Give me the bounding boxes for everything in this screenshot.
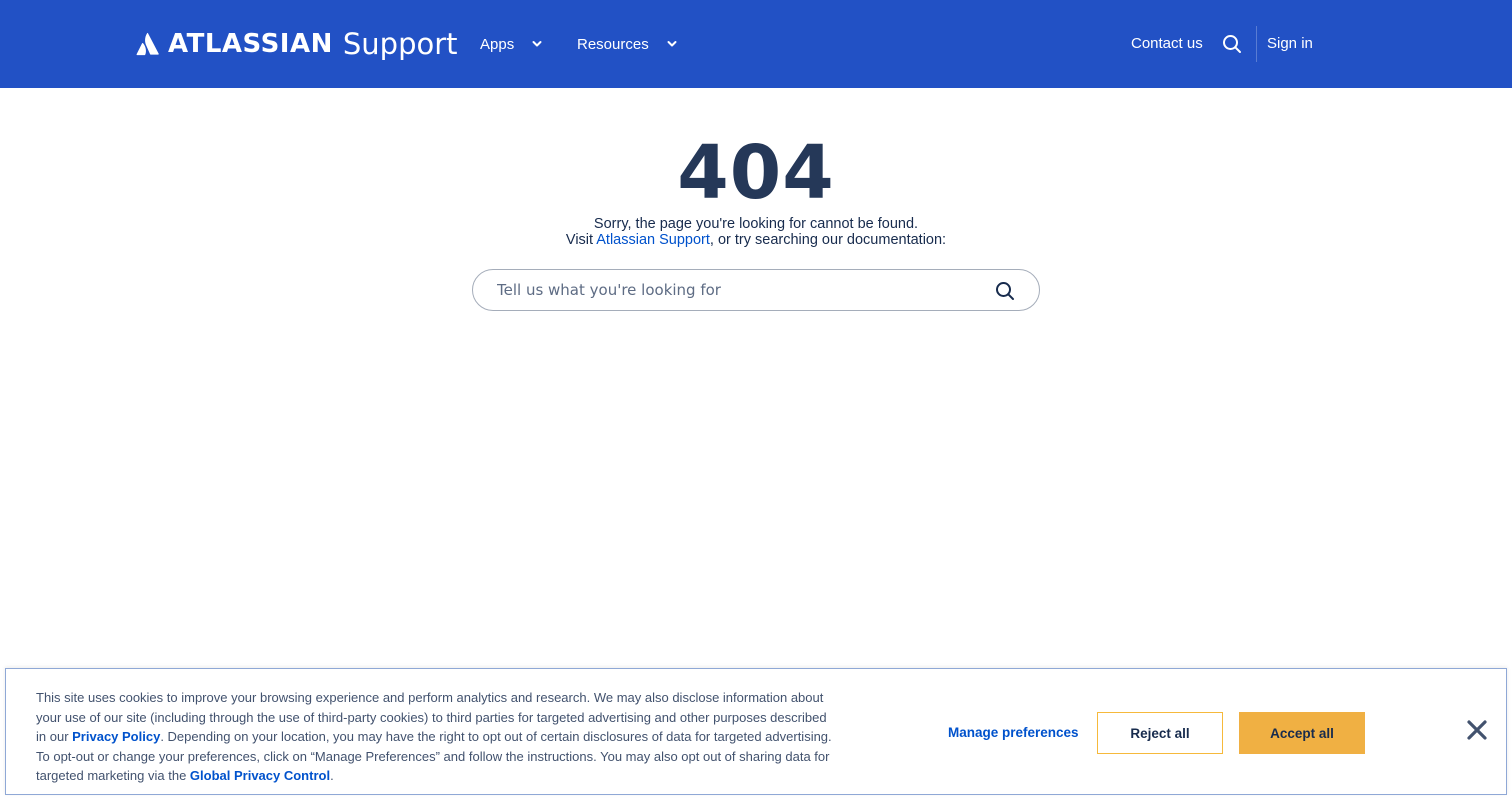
cookie-description: This site uses cookies to improve your b… (36, 688, 836, 786)
visit-prefix: Visit (565, 232, 597, 248)
chevron-down-icon (532, 40, 542, 48)
error-code: 404 (677, 130, 835, 216)
atlassian-support-logo[interactable]: ATLASSIAN Support (136, 26, 458, 62)
nav-resources-menu[interactable]: Resources (577, 33, 677, 55)
visit-support-message: Visit Atlassian Support, or try searchin… (0, 232, 1512, 249)
nav-apps-label: Apps (480, 35, 515, 53)
site-header: ATLASSIAN Support Apps Resources Contact… (0, 0, 1512, 88)
sign-in-link[interactable]: Sign in (1267, 33, 1313, 55)
search-input[interactable] (497, 270, 977, 310)
search-icon[interactable] (993, 279, 1017, 303)
header-divider (1256, 26, 1257, 62)
nav-resources-label: Resources (577, 35, 649, 53)
logo-product-text: Support (342, 27, 458, 61)
manage-preferences-button[interactable]: Manage preferences (948, 724, 1079, 742)
header-search-icon[interactable] (1222, 34, 1242, 54)
accept-all-button[interactable]: Accept all (1239, 712, 1365, 754)
cookie-consent-banner: This site uses cookies to improve your b… (5, 668, 1507, 795)
close-icon[interactable] (1466, 719, 1488, 741)
reject-all-button[interactable]: Reject all (1097, 712, 1223, 754)
global-privacy-control-link[interactable]: Global Privacy Control (190, 768, 330, 783)
contact-us-link[interactable]: Contact us (1131, 33, 1203, 55)
atlassian-logo-icon (136, 32, 159, 56)
visit-suffix: , or try searching our documentation: (709, 232, 947, 248)
documentation-search-box (472, 269, 1040, 311)
atlassian-support-link[interactable]: Atlassian Support (596, 232, 710, 248)
not-found-message: Sorry, the page you're looking for canno… (593, 216, 919, 232)
chevron-down-icon (667, 40, 677, 48)
logo-brand-text: ATLASSIAN (168, 29, 333, 59)
privacy-policy-link[interactable]: Privacy Policy (72, 729, 160, 744)
nav-apps-menu[interactable]: Apps (480, 33, 542, 55)
cookie-text-part3: . (330, 768, 334, 783)
